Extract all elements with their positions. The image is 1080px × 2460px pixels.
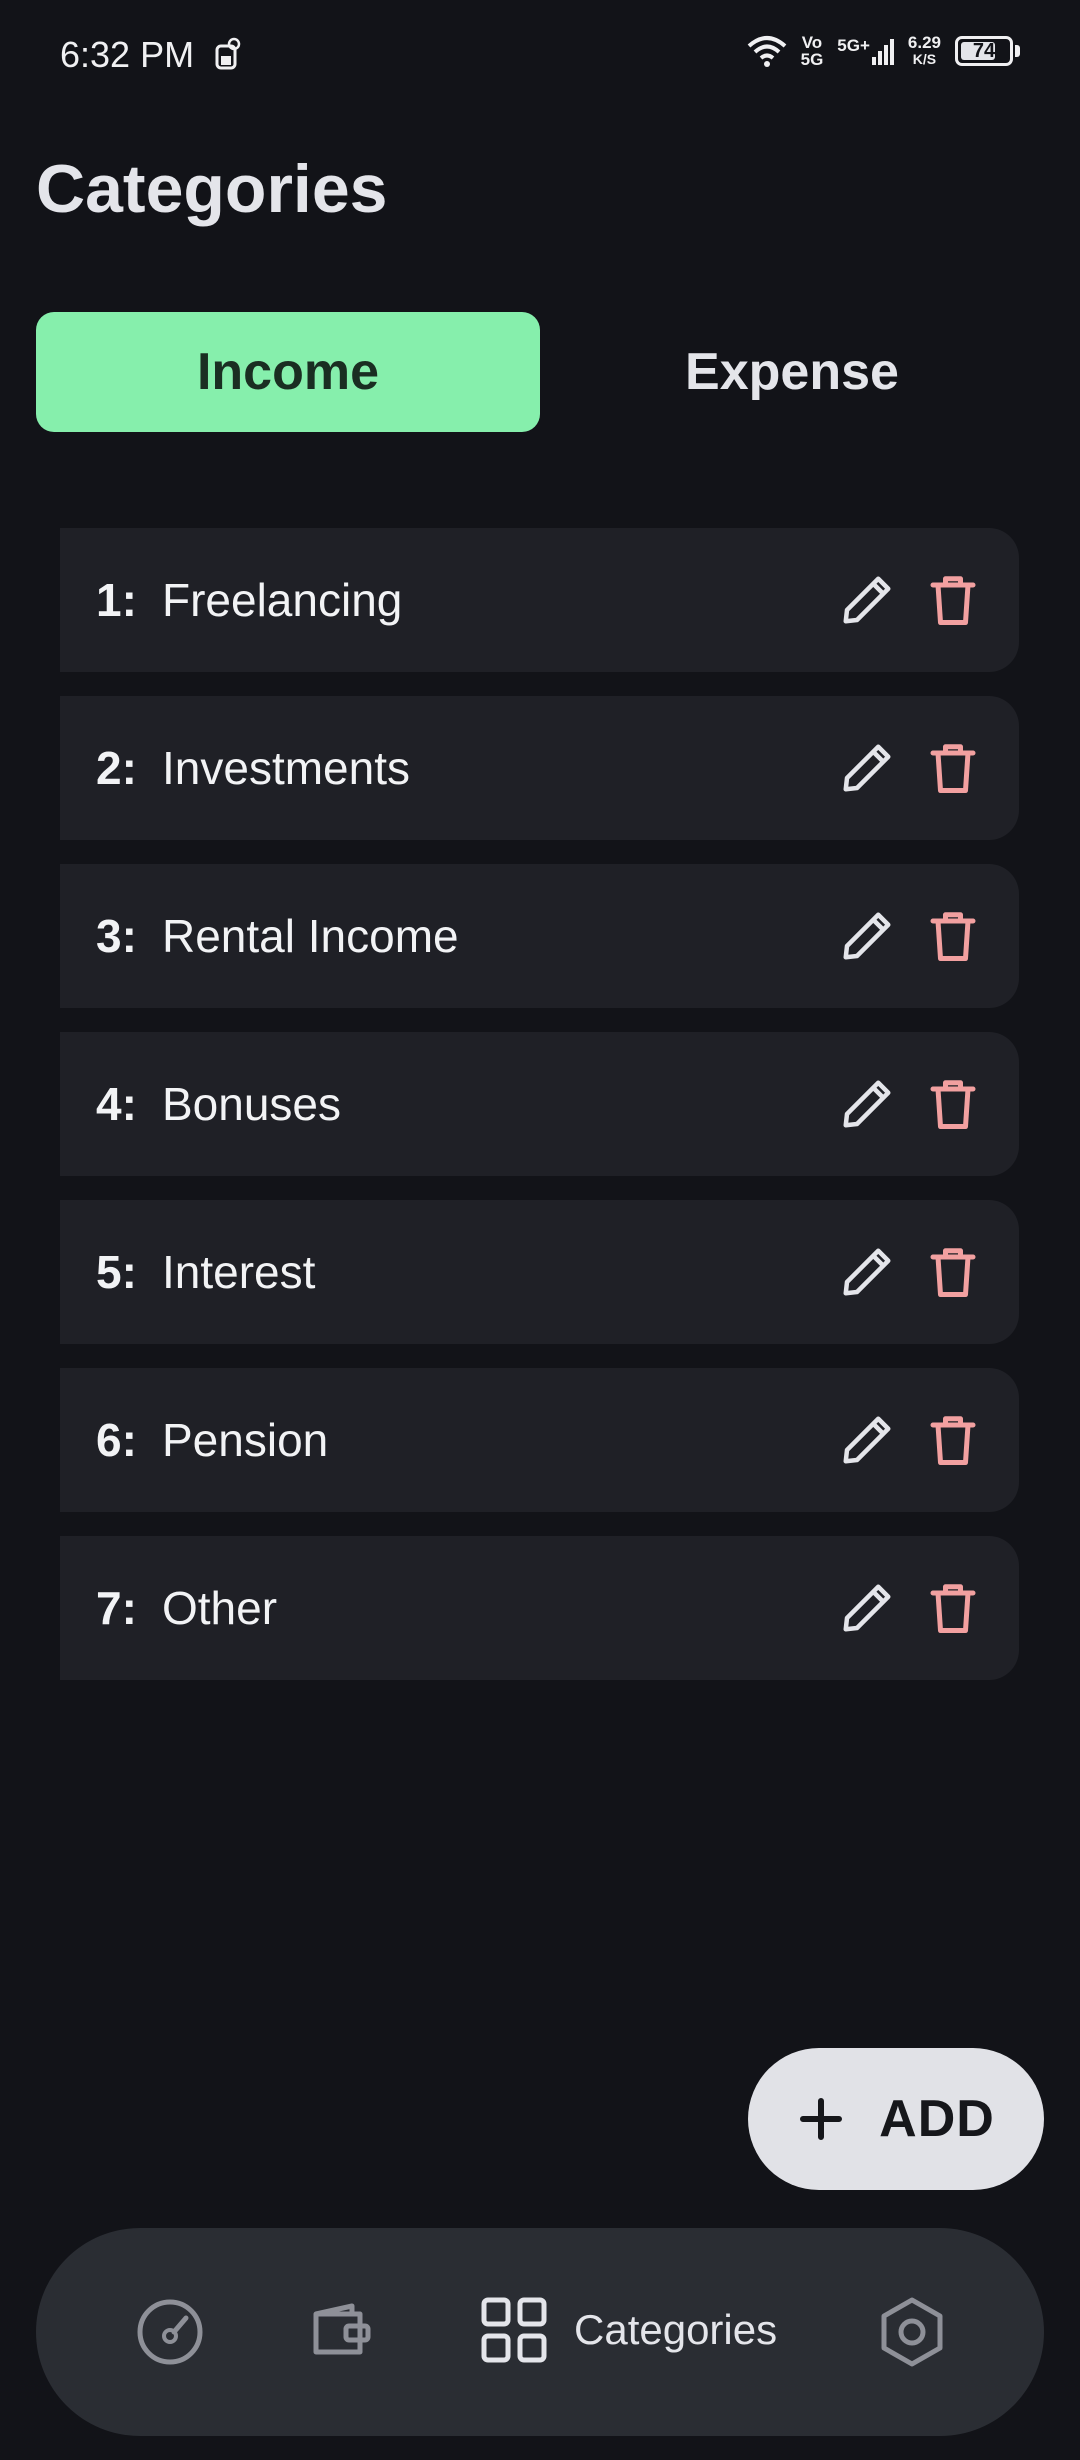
battery-icon: 74 (955, 36, 1013, 66)
settings-hexagon-icon[interactable] (876, 2296, 948, 2368)
category-number: 5: (96, 1246, 137, 1298)
category-number: 4: (96, 1078, 137, 1130)
trash-icon[interactable] (923, 1242, 983, 1302)
pencil-icon[interactable] (837, 1578, 897, 1638)
category-row: 6: Pension (60, 1368, 1019, 1512)
pencil-icon[interactable] (837, 1074, 897, 1134)
category-list: 1: Freelancing 2: Investments 3: Rental … (60, 528, 1019, 1704)
nav-label-categories: Categories (574, 2306, 778, 2353)
category-number: 1: (96, 574, 137, 626)
category-number: 3: (96, 910, 137, 962)
tab-income-label: Income (196, 343, 380, 401)
pencil-icon[interactable] (837, 738, 897, 798)
pencil-icon[interactable] (837, 906, 897, 966)
pencil-icon[interactable] (837, 1410, 897, 1470)
category-row: 3: Rental Income (60, 864, 1019, 1008)
trash-icon[interactable] (923, 570, 983, 630)
category-number: 7: (96, 1582, 137, 1634)
category-name: Bonuses (162, 1078, 342, 1130)
plus-icon (800, 2098, 843, 2140)
pencil-icon[interactable] (837, 570, 897, 630)
network-type: 5G+ (837, 36, 870, 55)
battery-level: 74 (972, 39, 996, 62)
tab-expense-label: Expense (685, 343, 899, 401)
category-name: Freelancing (162, 574, 403, 626)
page-title: Categories (36, 151, 388, 227)
category-row: 5: Interest (60, 1200, 1019, 1344)
network-speed: 6.29 K/S (907, 33, 941, 67)
nav-item-categories[interactable]: Categories (478, 2294, 777, 2366)
category-name: Rental Income (162, 910, 459, 962)
add-category-button[interactable]: ADD (748, 2048, 1044, 2190)
wallet-icon[interactable] (306, 2296, 378, 2368)
category-row: 2: Investments (60, 696, 1019, 840)
trash-icon[interactable] (923, 1410, 983, 1470)
category-row: 4: Bonuses (60, 1032, 1019, 1176)
add-button-label: ADD (879, 2090, 995, 2148)
tab-expense[interactable]: Expense (540, 312, 1044, 432)
cell-signal: 5G+ (837, 37, 894, 65)
alarm-icon (215, 37, 241, 70)
bottom-nav: Categories (36, 2228, 1044, 2436)
category-name: Other (162, 1582, 278, 1634)
category-name: Investments (162, 742, 410, 794)
pencil-icon[interactable] (837, 1242, 897, 1302)
category-row: 1: Freelancing (60, 528, 1019, 672)
trash-icon[interactable] (923, 1578, 983, 1638)
signal-bars-icon (871, 39, 894, 65)
status-bar: 6:32 PM Vo 5G 5G+ 6.29 K/S 74 (0, 0, 1080, 110)
tab-income[interactable]: Income (36, 312, 540, 432)
category-number: 6: (96, 1414, 137, 1466)
trash-icon[interactable] (923, 738, 983, 798)
trash-icon[interactable] (923, 906, 983, 966)
dashboard-gauge-icon[interactable] (134, 2296, 206, 2368)
volte-indicator: Vo 5G (800, 33, 824, 69)
categories-grid-icon (481, 2297, 547, 2363)
trash-icon[interactable] (923, 1074, 983, 1134)
category-name: Interest (162, 1246, 316, 1298)
wifi-icon (747, 36, 786, 67)
category-row: 7: Other (60, 1536, 1019, 1680)
category-name: Pension (162, 1414, 329, 1466)
category-number: 2: (96, 742, 137, 794)
status-time: 6:32 PM (60, 34, 195, 75)
